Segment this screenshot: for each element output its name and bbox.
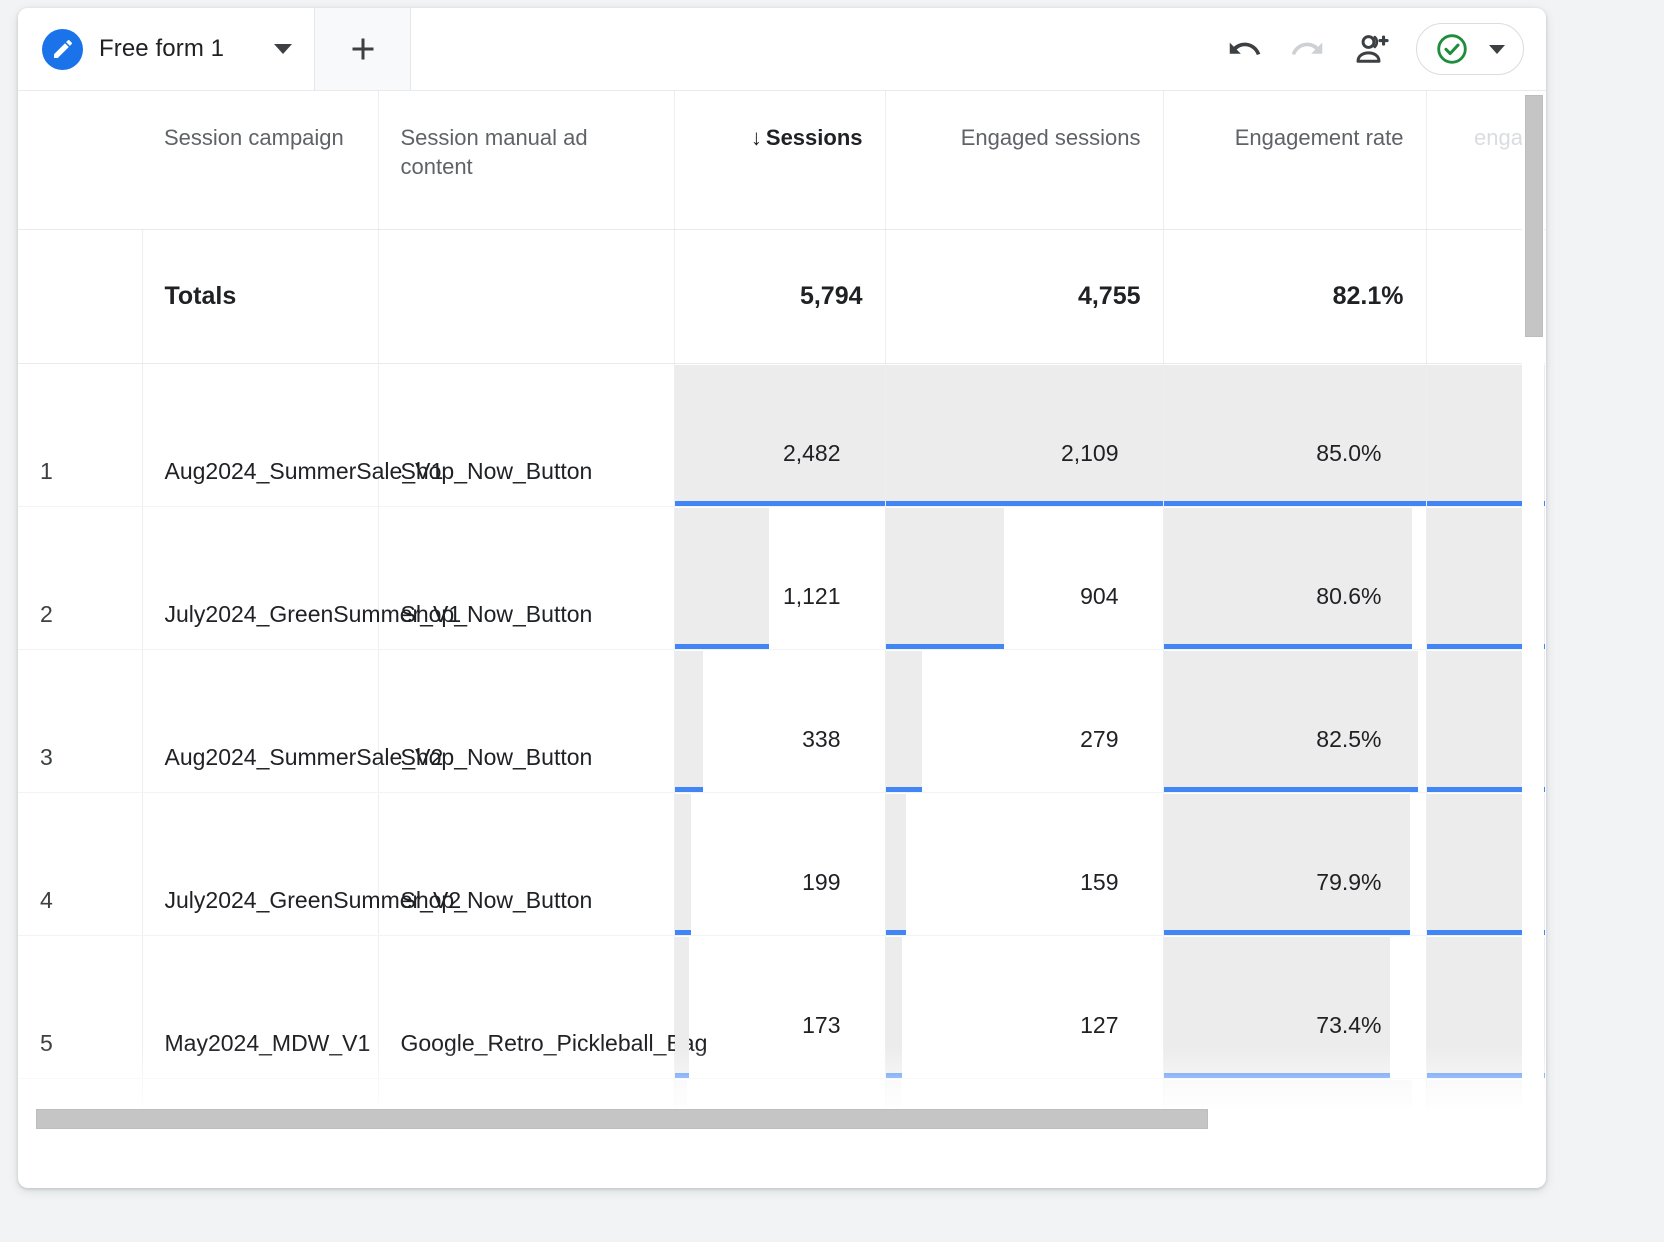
header-sessions-label: Sessions [766, 125, 863, 150]
pencil-icon [42, 29, 83, 70]
row-sessions: 173 [697, 1009, 863, 1060]
row-adcontent: Shop_Now_Button [378, 649, 674, 792]
report-table-region: Session campaign Session manual ad conte… [18, 90, 1546, 1142]
totals-sessions: 5,794 [674, 229, 885, 363]
row-engrate: 79.9% [1186, 866, 1404, 917]
header-engagement-rate[interactable]: Engagement rate [1163, 91, 1426, 229]
sessions-bar [675, 794, 692, 931]
row-engaged: 2,109 [908, 437, 1141, 488]
tab-label: Free form 1 [99, 35, 224, 63]
table-head: Session campaign Session manual ad conte… [18, 91, 1545, 229]
add-people-button[interactable] [1340, 17, 1404, 81]
check-circle-icon [1433, 30, 1471, 68]
row-engrate-cell: 73.4% [1163, 935, 1426, 1078]
row-index: 4 [18, 792, 142, 935]
totals-index [18, 229, 142, 363]
row-sessions-cell: 173 [674, 935, 885, 1078]
sort-descending-icon: ↓ [751, 125, 762, 150]
table-row[interactable]: 4 July2024_GreenSummer_V2 Shop_Now_Butto… [18, 792, 1545, 935]
table-header-row: Session campaign Session manual ad conte… [18, 91, 1545, 229]
engaged-bar [886, 937, 903, 1074]
row-sessions-cell: 1,121 [674, 506, 885, 649]
totals-label: Totals [142, 229, 378, 363]
table-body: Totals 5,794 4,755 82.1% 1 Aug2024_Summe… [18, 229, 1545, 1142]
tab-strip: Free form 1 [18, 8, 411, 90]
row-engaged: 159 [908, 866, 1141, 917]
table-row[interactable]: 3 Aug2024_SummerSale_V2 Shop_Now_Button … [18, 649, 1545, 792]
report-card: Free form 1 [18, 8, 1546, 1188]
top-bar: Free form 1 [18, 8, 1546, 90]
row-campaign: Aug2024_SummerSale_V2 [142, 649, 378, 792]
row-campaign: July2024_GreenSummer_V1 [142, 506, 378, 649]
row-index: 5 [18, 935, 142, 1078]
header-engaged-sessions[interactable]: Engaged sessions [885, 91, 1163, 229]
vertical-scrollbar-thumb[interactable] [1525, 95, 1543, 337]
row-engaged: 279 [908, 723, 1141, 774]
row-engrate-cell: 82.5% [1163, 649, 1426, 792]
person-add-icon [1351, 28, 1393, 70]
row-sessions: 1,121 [697, 580, 863, 631]
row-campaign: July2024_GreenSummer_V2 [142, 792, 378, 935]
report-table: Session campaign Session manual ad conte… [18, 91, 1545, 1142]
undo-button[interactable] [1212, 17, 1276, 81]
horizontal-scrollbar[interactable] [36, 1108, 1528, 1130]
add-tab-button[interactable] [315, 8, 411, 90]
row-engaged: 904 [908, 580, 1141, 631]
row-engaged-cell: 279 [885, 649, 1163, 792]
share-status-button[interactable] [1416, 23, 1524, 75]
row-sessions: 338 [697, 723, 863, 774]
table-row[interactable]: 2 July2024_GreenSummer_V1 Shop_Now_Butto… [18, 506, 1545, 649]
row-sessions-cell: 199 [674, 792, 885, 935]
row-campaign: Aug2024_SummerSale_V1 [142, 363, 378, 506]
row-adcontent: Shop_Now_Button [378, 792, 674, 935]
toolbar [1212, 8, 1524, 90]
totals-row: Totals 5,794 4,755 82.1% [18, 229, 1545, 363]
header-index [18, 91, 142, 229]
row-engaged-cell: 2,109 [885, 363, 1163, 506]
row-engrate: 85.0% [1186, 437, 1404, 488]
sessions-bar [675, 937, 690, 1074]
totals-engagement-rate: 82.1% [1163, 229, 1426, 363]
row-engrate: 73.4% [1186, 1009, 1404, 1060]
chevron-down-icon[interactable] [1489, 45, 1505, 54]
row-engrate-cell: 79.9% [1163, 792, 1426, 935]
row-engaged-cell: 904 [885, 506, 1163, 649]
totals-engaged: 4,755 [885, 229, 1163, 363]
table-row[interactable]: 5 May2024_MDW_V1 Google_Retro_Pickleball… [18, 935, 1545, 1078]
totals-adcontent [378, 229, 674, 363]
header-sessions[interactable]: ↓Sessions [674, 91, 885, 229]
row-engrate-cell: 85.0% [1163, 363, 1426, 506]
row-adcontent: Google_Retro_Pickleball_Bag [378, 935, 674, 1078]
row-index: 2 [18, 506, 142, 649]
row-engaged: 127 [908, 1009, 1141, 1060]
tab-free-form-1[interactable]: Free form 1 [18, 8, 315, 90]
row-index: 1 [18, 363, 142, 506]
row-engrate: 80.6% [1186, 580, 1404, 631]
row-adcontent: Shop_Now_Button [378, 506, 674, 649]
row-sessions-cell: 2,482 [674, 363, 885, 506]
row-engrate-cell: 80.6% [1163, 506, 1426, 649]
row-sessions-cell: 338 [674, 649, 885, 792]
row-adcontent: Shop_Now_Button [378, 363, 674, 506]
header-session-manual-ad-content[interactable]: Session manual ad content [378, 91, 674, 229]
chevron-down-icon[interactable] [274, 44, 292, 54]
row-engaged-cell: 159 [885, 792, 1163, 935]
horizontal-scrollbar-thumb[interactable] [36, 1109, 1208, 1129]
table-row[interactable]: 1 Aug2024_SummerSale_V1 Shop_Now_Button … [18, 363, 1545, 506]
row-sessions: 2,482 [697, 437, 863, 488]
header-session-campaign[interactable]: Session campaign [142, 91, 378, 229]
redo-icon [1289, 30, 1327, 68]
engaged-bar [886, 794, 907, 931]
redo-button[interactable] [1276, 17, 1340, 81]
table-viewport: Session campaign Session manual ad conte… [18, 91, 1546, 1142]
vertical-scrollbar[interactable] [1522, 93, 1544, 1142]
row-engaged-cell: 127 [885, 935, 1163, 1078]
row-sessions: 199 [697, 866, 863, 917]
undo-icon [1225, 30, 1263, 68]
plus-icon [345, 31, 381, 67]
row-index: 3 [18, 649, 142, 792]
row-campaign: May2024_MDW_V1 [142, 935, 378, 1078]
row-engrate: 82.5% [1186, 723, 1404, 774]
